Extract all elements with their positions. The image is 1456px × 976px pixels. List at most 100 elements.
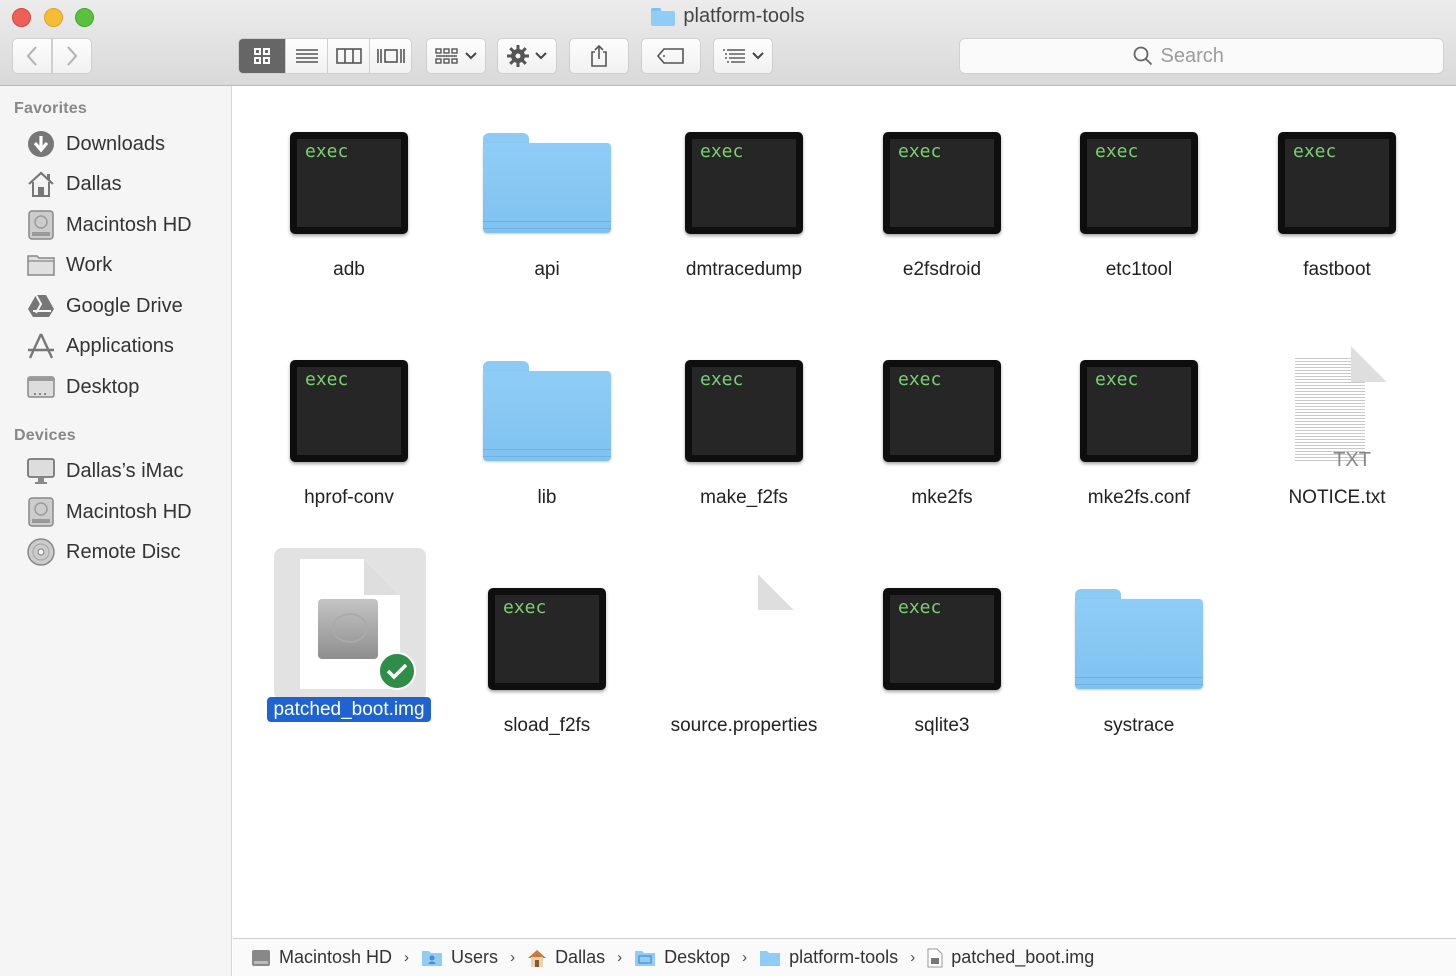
share-button[interactable] [569,38,629,74]
search-input[interactable] [1160,44,1271,68]
path-item-label: Users [451,947,499,967]
text-document-icon: TXT [1287,346,1387,476]
icon-container: exec [867,564,1017,714]
folder-icon [651,7,676,26]
chevron-left-icon [26,46,37,66]
forward-button[interactable] [52,38,92,74]
icon-container: exec [274,108,424,258]
file-item-notice-txt[interactable]: TXT NOTICE.txt [1242,324,1432,539]
sidebar-item-label: Macintosh HD [66,500,192,523]
sidebar-item-label: Downloads [66,132,165,155]
file-label: adb [333,259,365,280]
sidebar-item-label: Desktop [66,375,140,398]
file-label: sqlite3 [914,715,970,736]
chevron-down-icon [535,52,547,60]
file-item-api[interactable]: api [452,96,642,311]
sidebar-item-macintosh-hd[interactable]: Macintosh HD [26,207,226,243]
search-field[interactable] [959,38,1444,74]
sidebar-item-applications[interactable]: Applications [26,328,226,364]
chevron-down-icon [752,52,764,60]
gallery-view-button[interactable] [369,39,411,73]
sidebar-item-label: Google Drive [66,294,183,317]
file-label-wrap: systrace [1044,715,1234,737]
users-folder-icon [422,950,443,966]
list-view-button[interactable] [285,39,327,73]
file-grid: exec adb api exec dmtracedump exec e2fsd… [233,86,1456,938]
sidebar-item-desktop[interactable]: Desktop [26,369,226,405]
sidebar-item-macintosh-hd-device[interactable]: Macintosh HD [26,494,226,530]
folder-icon [26,250,56,280]
file-item-fastboot[interactable]: exec fastboot [1242,96,1432,311]
sidebar-item-work[interactable]: Work [26,247,226,283]
exec-icon: exec [290,360,408,462]
icon-container [472,108,622,258]
sidebar-item-google-drive[interactable]: Google Drive [26,288,226,324]
icon-container: exec [1262,108,1412,258]
google-drive-icon [26,291,56,321]
home-icon [528,949,547,967]
checkmark-badge-icon [378,652,416,690]
sidebar-item-label: Work [66,253,113,276]
file-item-sqlite3[interactable]: exec sqlite3 [847,552,1037,767]
file-label-wrap: fastboot [1242,259,1432,281]
desktop-folder-icon [635,950,656,966]
file-item-source-properties[interactable]: source.properties [649,552,839,767]
path-item-dallas[interactable]: Dallas [527,947,605,968]
file-label: api [534,259,560,280]
file-item-systrace[interactable]: systrace [1044,552,1234,767]
file-item-make-f2fs[interactable]: exec make_f2fs [649,324,839,539]
file-label: dmtracedump [685,259,803,280]
exec-icon: exec [685,132,803,234]
folder-icon [483,361,611,461]
path-item-platform-tools[interactable]: platform-tools [759,947,898,968]
path-item-label: Macintosh HD [279,947,393,967]
file-item-lib[interactable]: lib [452,324,642,539]
file-label-wrap: dmtracedump [649,259,839,281]
sidebar-item-dallas-imac[interactable]: Dallas’s iMac [26,453,226,489]
group-by-button[interactable] [426,38,486,74]
tags-button[interactable] [641,38,701,74]
action-menu-button[interactable] [497,38,557,74]
search-icon [1133,46,1152,66]
file-label-wrap: mke2fs.conf [1044,487,1234,509]
path-item-label: platform-tools [789,947,899,967]
file-label: systrace [1103,715,1175,736]
column-view-button[interactable] [327,39,369,73]
chevron-down-icon [465,52,477,60]
folder-icon [483,133,611,233]
path-item-macintosh-hd[interactable]: Macintosh HD [251,947,392,968]
file-label: fastboot [1303,259,1371,280]
sidebar-item-downloads[interactable]: Downloads [26,126,226,162]
arrange-button[interactable] [713,38,773,74]
back-button[interactable] [12,38,52,74]
exec-icon: exec [685,360,803,462]
sidebar: Favorites Downloads Dallas Macintosh HD … [0,86,232,976]
file-label[interactable]: patched_boot.img [267,697,431,722]
file-item-mke2fs[interactable]: exec mke2fs [847,324,1037,539]
exec-icon: exec [290,132,408,234]
path-separator-icon: › [404,949,410,966]
icon-view-button[interactable] [239,39,285,73]
file-item-e2fsdroid[interactable]: exec e2fsdroid [847,96,1037,311]
path-item-patched-boot-img[interactable]: patched_boot.img [927,947,1094,968]
file-label: make_f2fs [700,487,788,508]
exec-icon: exec [1080,132,1198,234]
file-item-dmtracedump[interactable]: exec dmtracedump [649,96,839,311]
file-item-adb[interactable]: exec adb [254,96,444,311]
file-item-hprof-conv[interactable]: exec hprof-conv [254,324,444,539]
file-item-mke2fs-conf[interactable]: exec mke2fs.conf [1044,324,1234,539]
path-item-users[interactable]: Users [421,947,498,968]
path-item-desktop[interactable]: Desktop [634,947,730,968]
sidebar-item-dallas[interactable]: Dallas [26,166,226,202]
file-item-sload-f2fs[interactable]: exec sload_f2fs [452,552,642,767]
sidebar-item-remote-disc[interactable]: Remote Disc [26,534,226,570]
file-item-etc1tool[interactable]: exec etc1tool [1044,96,1234,311]
sidebar-item-label: Applications [66,334,174,357]
path-separator-icon: › [617,949,623,966]
icon-container: exec [1064,336,1214,486]
window-title-text: platform-tools [683,5,805,27]
icon-container: exec [669,336,819,486]
gear-icon [507,45,529,67]
file-item-patched-boot-img[interactable]: patched_boot.img [254,536,444,751]
group-grid-icon [435,48,458,64]
